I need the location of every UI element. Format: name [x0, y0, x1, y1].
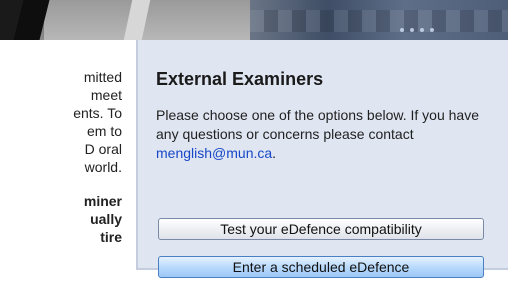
page: mitted meet ents. To em to D oral world.… [0, 0, 508, 292]
left-content-column: mitted meet ents. To em to D oral world.… [0, 40, 132, 292]
contact-email-link[interactable]: menglish@mun.ca [156, 145, 272, 161]
left-text-line: world. [84, 159, 122, 175]
left-text-line: meet [90, 87, 122, 103]
left-bold-line: miner [83, 193, 122, 209]
external-examiners-panel: External Examiners Please choose one of … [136, 40, 508, 278]
left-bold-line: tire [100, 229, 122, 245]
banner-dot [410, 28, 414, 32]
email-suffix: . [272, 145, 277, 161]
banner-photo-segment [44, 0, 254, 40]
left-bold-line: ually [90, 211, 122, 227]
banner-photo-segment [250, 0, 508, 40]
left-text-line: em to [86, 123, 122, 139]
panel-instructions: Please choose one of the options below. … [156, 107, 480, 142]
enter-edefence-button[interactable]: Enter a scheduled eDefence [158, 256, 484, 278]
banner-dots [400, 28, 434, 36]
left-text-line: ents. To [73, 105, 122, 121]
header-photo-banner [0, 0, 508, 40]
test-compatibility-button[interactable]: Test your eDefence compatibility [158, 218, 484, 240]
banner-dot [430, 28, 434, 32]
panel-body-text: Please choose one of the options below. … [156, 106, 496, 163]
left-text-line: mitted [83, 69, 122, 85]
panel-title: External Examiners [156, 69, 324, 89]
left-text-line: D oral [84, 141, 122, 157]
banner-dot [420, 28, 424, 32]
banner-dot [400, 28, 404, 32]
